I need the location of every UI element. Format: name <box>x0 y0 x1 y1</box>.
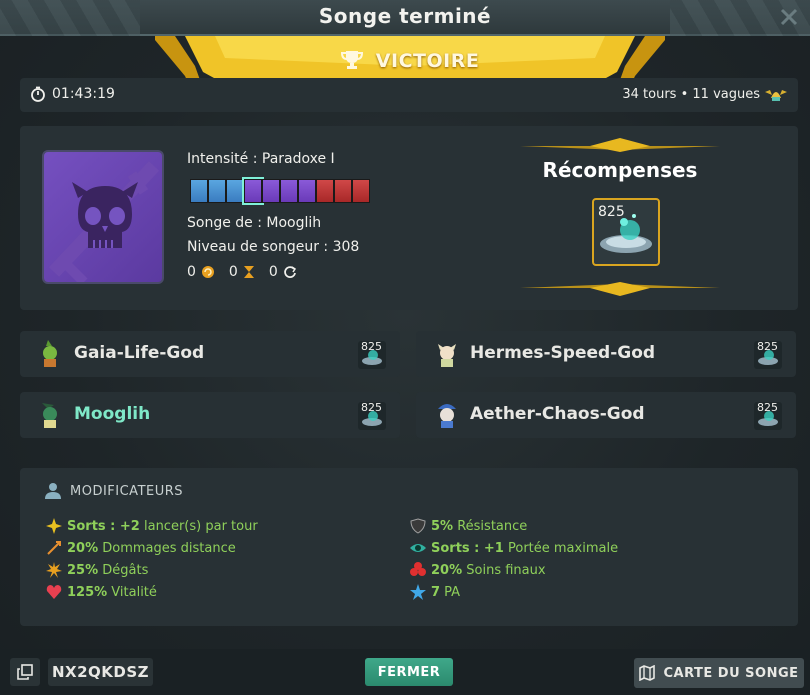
player-avatar-icon <box>438 404 456 428</box>
rewards-title: Récompenses <box>542 158 698 182</box>
titlebar: Songe terminé <box>0 0 810 36</box>
player-name: Aether-Chaos-God <box>470 404 645 424</box>
modifiers-panel: MODIFICATEURS Sorts : +2 lancer(s) par t… <box>20 468 798 626</box>
modifier-item: 5% Résistance <box>410 518 527 534</box>
intensity-label: Intensité : Paradoxe I <box>187 151 335 167</box>
counter-spiral-value: 0 <box>187 264 196 280</box>
player-avatar-icon <box>42 403 57 428</box>
star-icon <box>410 584 426 600</box>
window-title: Songe terminé <box>318 4 492 28</box>
player-reward: 825 <box>358 401 386 430</box>
heart-icon <box>46 585 62 599</box>
player-reward-count: 825 <box>757 340 778 353</box>
player-reward-count: 825 <box>757 401 778 414</box>
trophy-icon <box>340 51 363 69</box>
counter-spiral: 0 <box>187 264 215 280</box>
footer-bar: NX2QKDSZ FERMER CARTE DU SONGE <box>0 649 810 695</box>
player-card[interactable]: Hermes-Speed-God 825 <box>416 331 796 377</box>
dream-result-window: Songe terminé VICTOIRE 01:43:19 34 tours… <box>0 0 810 695</box>
intensity-segment <box>316 179 334 203</box>
close-icon <box>780 8 798 26</box>
intensity-bar <box>190 177 370 205</box>
counter-cycle: 0 <box>269 264 297 280</box>
modifier-item: 25% Dégâts <box>46 562 148 578</box>
modifier-item: 7 PA <box>410 584 460 600</box>
copy-code-button[interactable] <box>10 658 40 686</box>
player-name: Mooglih <box>74 404 151 424</box>
intensity-segment <box>352 179 370 203</box>
winged-helmet-icon <box>765 90 787 101</box>
rewards-section: Récompenses 825 <box>490 138 750 298</box>
dream-owner: Songe de : Mooglih <box>187 215 322 231</box>
intensity-segment <box>242 177 264 205</box>
intensity-segment <box>298 179 316 203</box>
info-bar: 01:43:19 34 tours • 11 vagues <box>20 78 798 112</box>
counter-cycle-value: 0 <box>268 264 278 280</box>
modifier-item: 20% Soins finaux <box>410 562 546 578</box>
player-card[interactable]: Mooglih 825 <box>20 392 400 438</box>
dream-summary-panel: Intensité : Paradoxe I Songe de : Moogli… <box>20 126 798 310</box>
player-card[interactable]: Aether-Chaos-God 825 <box>416 392 796 438</box>
modifiers-title: MODIFICATEURS <box>70 484 184 499</box>
star-burst-icon <box>46 518 62 534</box>
turns-waves-text: 34 tours • 11 vagues <box>622 86 760 102</box>
explosion-icon <box>46 562 62 578</box>
cycle-icon <box>283 266 296 278</box>
dream-map-button[interactable]: CARTE DU SONGE <box>634 658 804 688</box>
elapsed-time: 01:43:19 <box>52 86 115 102</box>
intensity-segment <box>334 179 352 203</box>
player-card[interactable]: Gaia-Life-God 825 <box>20 331 400 377</box>
player-name: Hermes-Speed-God <box>470 343 656 363</box>
counter-hourglass-value: 0 <box>228 264 238 280</box>
skull-sword-icon <box>48 161 160 282</box>
spiral-icon <box>201 266 214 278</box>
player-reward: 825 <box>754 340 782 369</box>
modifier-item: Sorts : +2 lancer(s) par tour <box>46 518 258 534</box>
counter-hourglass: 0 <box>229 264 255 280</box>
modifier-item: Sorts : +1 Portée maximale <box>410 540 618 556</box>
intensity-segment <box>280 179 298 203</box>
victory-label: VICTOIRE <box>375 50 480 72</box>
reward-count: 825 <box>598 204 625 220</box>
intensity-segment <box>208 179 226 203</box>
player-reward-count: 825 <box>361 401 382 414</box>
intensity-segment <box>226 179 244 203</box>
close-window-button[interactable] <box>774 2 804 32</box>
shield-icon <box>410 518 426 534</box>
arrow-icon <box>47 541 61 555</box>
dreamer-level: Niveau de songeur : 308 <box>187 239 360 255</box>
dream-code: NX2QKDSZ <box>48 658 153 686</box>
eye-icon <box>410 544 426 552</box>
intensity-segment <box>190 179 208 203</box>
player-name: Gaia-Life-God <box>74 343 205 363</box>
player-reward: 825 <box>754 401 782 430</box>
player-avatar-icon <box>438 344 456 367</box>
reward-item[interactable]: 825 <box>592 198 660 266</box>
close-button[interactable]: FERMER <box>365 658 453 686</box>
intensity-segment <box>262 179 280 203</box>
hourglass-icon <box>243 266 254 278</box>
player-avatar-icon <box>43 340 57 367</box>
stopwatch-icon <box>31 86 45 102</box>
cross-heal-icon <box>410 562 426 576</box>
player-reward: 825 <box>358 340 386 369</box>
dream-map-label: CARTE DU SONGE <box>663 665 799 681</box>
dream-emblem <box>42 150 164 284</box>
person-icon <box>45 483 61 499</box>
map-icon <box>639 665 656 681</box>
modifier-item: 125% Vitalité <box>46 584 157 600</box>
modifier-item: 20% Dommages distance <box>46 540 236 556</box>
player-reward-count: 825 <box>361 340 382 353</box>
copy-icon <box>17 664 33 680</box>
